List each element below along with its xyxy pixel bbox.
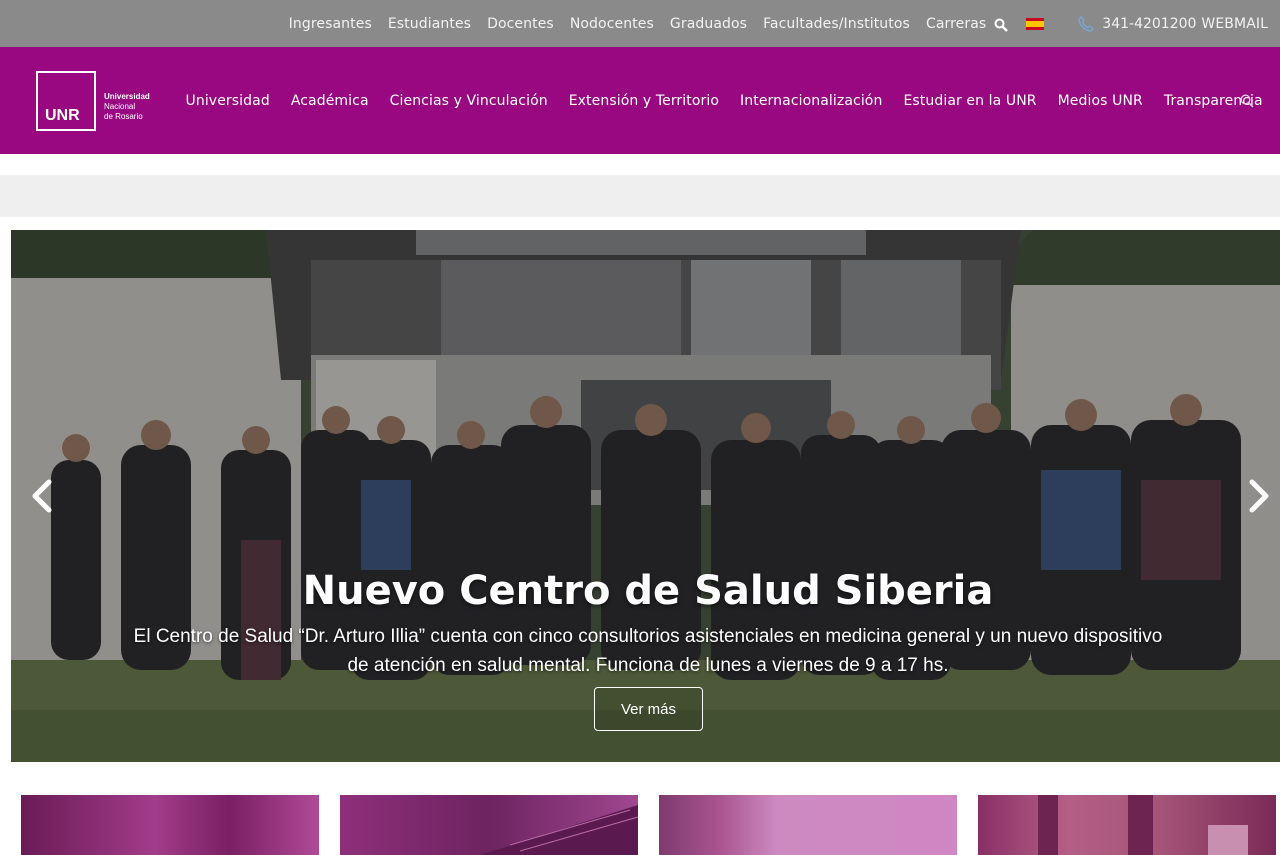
card-image [659,795,957,855]
nav-internacionalizacion[interactable]: Internacionalización [740,93,882,109]
unr-logo[interactable]: UNR [36,71,96,131]
nav-medios[interactable]: Medios UNR [1058,93,1143,109]
ver-mas-button[interactable]: Ver más [594,687,703,731]
phone-number[interactable]: 341-4201200 [1102,16,1196,32]
link-docentes[interactable]: Docentes [487,16,554,32]
logo-line-2: Nacional [104,102,136,111]
nav-extension[interactable]: Extensión y Territorio [569,93,719,109]
link-carreras[interactable]: Carreras [926,16,986,32]
spain-flag-icon[interactable] [1026,17,1045,30]
nav-search-icon[interactable] [1240,93,1254,108]
slider-prev-arrow-icon[interactable] [27,476,57,516]
link-ingresantes[interactable]: Ingresantes [289,16,372,32]
nav-academica[interactable]: Académica [291,93,369,109]
news-card-1[interactable] [21,795,319,855]
news-card-4[interactable] [978,795,1276,855]
utility-bar: Ingresantes Estudiantes Docentes Nodocen… [0,0,1280,47]
news-card-2[interactable] [340,795,638,855]
news-card-3[interactable] [659,795,957,855]
link-graduados[interactable]: Graduados [670,16,747,32]
link-facultades[interactable]: Facultades/Institutos [763,16,910,32]
main-navbar: UNR Universidad Nacional de Rosario Univ… [0,47,1280,154]
card-image [1038,795,1248,855]
card-image [21,795,319,855]
nav-estudiar[interactable]: Estudiar en la UNR [903,93,1036,109]
search-icon[interactable] [994,17,1009,32]
gray-band [0,175,1280,217]
hero-overlay [11,230,1280,762]
hero-slider: Nuevo Centro de Salud Siberia El Centro … [11,230,1280,762]
phone-icon [1078,15,1095,32]
hero-title: Nuevo Centro de Salud Siberia [302,568,994,614]
primary-nav: Universidad Académica Ciencias y Vincula… [175,47,1273,154]
hero-description: El Centro de Salud “Dr. Arturo Illia” cu… [133,626,1163,676]
link-estudiantes[interactable]: Estudiantes [388,16,471,32]
logo-line-3: de Rosario [104,112,143,121]
nav-ciencias[interactable]: Ciencias y Vinculación [390,93,548,109]
slider-next-arrow-icon[interactable] [1244,476,1274,516]
link-webmail[interactable]: WEBMAIL [1201,16,1268,32]
card-image [480,805,638,855]
link-nodocentes[interactable]: Nodocentes [570,16,654,32]
nav-universidad[interactable]: Universidad [186,93,270,109]
utility-links: Ingresantes Estudiantes Docentes Nodocen… [273,0,1280,47]
logo-line-1: Universidad [104,92,150,101]
logo-text[interactable]: Universidad Nacional de Rosario [104,92,150,122]
logo-mark: UNR [45,107,80,124]
